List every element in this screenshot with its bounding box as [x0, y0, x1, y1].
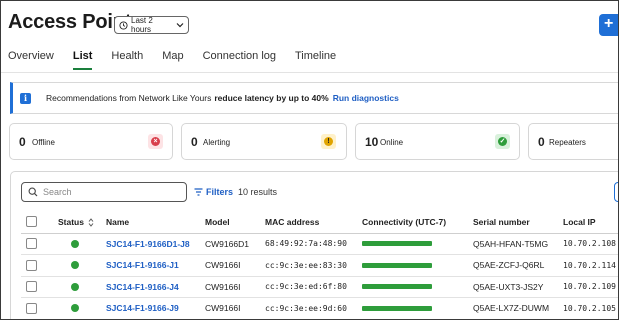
- status-card-online[interactable]: 10 Online ✓: [355, 123, 520, 160]
- alerting-count: 0: [191, 135, 198, 149]
- chevron-down-icon: [176, 23, 184, 28]
- online-status-icon: [71, 282, 79, 291]
- online-status-icon: [71, 261, 79, 270]
- ap-local-ip: 10.70.2.105: [563, 297, 618, 319]
- search-placeholder: Search: [43, 187, 72, 197]
- clock-icon: [119, 20, 128, 30]
- repeaters-count: 0: [538, 135, 545, 149]
- table-row[interactable]: SJC14-F1-9166D1-J8 CW9166D1 68:49:92:7a:…: [21, 233, 618, 255]
- ap-model: CW9166D1: [205, 233, 265, 255]
- filter-icon: [194, 188, 203, 196]
- tab-bar: Overview List Health Map Connection log …: [8, 50, 355, 70]
- tab-connection-log[interactable]: Connection log: [203, 50, 276, 65]
- ap-name-link[interactable]: SJC14-F1-9166-J9: [106, 303, 179, 313]
- row-checkbox[interactable]: [26, 281, 37, 293]
- ap-mac: cc:9c:3e:ed:6f:80: [265, 276, 362, 298]
- connectivity-bar: [362, 284, 432, 290]
- column-connectivity[interactable]: Connectivity (UTC-7): [362, 211, 473, 234]
- offline-label: Offline: [32, 138, 55, 147]
- tab-divider: [1, 72, 618, 73]
- ap-name-link[interactable]: SJC14-F1-9166-J1: [106, 260, 179, 270]
- search-icon: [28, 187, 38, 197]
- tab-health[interactable]: Health: [111, 50, 143, 65]
- tab-map[interactable]: Map: [162, 50, 183, 65]
- row-checkbox[interactable]: [26, 259, 37, 271]
- ap-name-link[interactable]: SJC14-F1-9166-J4: [106, 282, 179, 292]
- status-card-alerting[interactable]: 0 Alerting !: [181, 123, 347, 160]
- ap-serial: Q5AE-ZCFJ-Q6RL: [473, 254, 563, 277]
- ap-local-ip: 10.70.2.108: [563, 233, 618, 255]
- connectivity-bar: [362, 262, 432, 268]
- ap-mac: cc:9c:3e:ee:9d:60: [265, 297, 362, 319]
- search-input[interactable]: Search: [21, 182, 187, 202]
- banner-text: Recommendations from Network Like Yours: [46, 93, 212, 103]
- ap-model: CW9166I: [205, 276, 265, 298]
- info-icon: i: [20, 92, 31, 104]
- row-checkbox[interactable]: [26, 238, 37, 250]
- ap-serial: Q5AE-LX7Z-DUWM: [473, 297, 563, 319]
- time-range-dropdown[interactable]: Last 2 hours: [114, 16, 189, 34]
- sort-icon: [88, 218, 94, 227]
- filters-label: Filters: [206, 187, 234, 197]
- column-mac-address[interactable]: MAC address: [265, 211, 362, 234]
- status-card-repeaters[interactable]: 0 Repeaters: [528, 123, 618, 160]
- select-all-checkbox[interactable]: [26, 216, 37, 228]
- ap-mac: 68:49:92:7a:48:90: [265, 233, 362, 255]
- tab-overview[interactable]: Overview: [8, 50, 54, 65]
- add-button[interactable]: +: [599, 14, 618, 36]
- banner-highlight: reduce latency by up to 40%: [214, 93, 329, 103]
- online-label: Online: [380, 138, 404, 147]
- offline-count: 0: [19, 135, 26, 149]
- connectivity-bar: [362, 241, 432, 247]
- row-checkbox[interactable]: [26, 302, 37, 314]
- column-model[interactable]: Model: [205, 211, 265, 234]
- access-points-table: Status Name Model MAC address Connectivi…: [21, 211, 618, 319]
- ap-model: CW9166I: [205, 297, 265, 319]
- run-diagnostics-link[interactable]: Run diagnostics: [333, 93, 399, 103]
- ap-serial: Q5AE-UXT3-JS2Y: [473, 276, 563, 298]
- table-header-row: Status Name Model MAC address Connectivi…: [21, 211, 618, 234]
- ap-serial: Q5AH-HFAN-T5MG: [473, 233, 563, 255]
- table-row[interactable]: SJC14-F1-9166-J4 CW9166I cc:9c:3e:ed:6f:…: [21, 276, 618, 298]
- online-status-icon: [71, 239, 79, 248]
- recommendation-banner: i Recommendations from Network Like Your…: [10, 82, 618, 114]
- table-row[interactable]: SJC14-F1-9166-J9 CW9166I cc:9c:3e:ee:9d:…: [21, 297, 618, 319]
- column-serial-number[interactable]: Serial number: [473, 211, 563, 234]
- status-card-offline[interactable]: 0 Offline ×: [9, 123, 173, 160]
- tab-list[interactable]: List: [72, 50, 92, 70]
- online-status-icon: [71, 304, 79, 313]
- column-status[interactable]: Status: [58, 211, 106, 234]
- ap-local-ip: 10.70.2.114: [563, 254, 618, 277]
- ap-local-ip: 10.70.2.109: [563, 276, 618, 298]
- results-count: 10 results: [238, 187, 278, 197]
- tab-timeline[interactable]: Timeline: [295, 50, 336, 65]
- app-frame: Access Points Last 2 hours + Overview Li…: [0, 0, 619, 320]
- ap-mac: cc:9c:3e:ee:83:30: [265, 254, 362, 277]
- table-settings-button[interactable]: [614, 182, 618, 202]
- connectivity-bar: [362, 305, 432, 311]
- repeaters-label: Repeaters: [549, 138, 586, 147]
- alerting-label: Alerting: [203, 138, 231, 147]
- check-circle-icon: ✓: [495, 134, 510, 149]
- table-row[interactable]: SJC14-F1-9166-J1 CW9166I cc:9c:3e:ee:83:…: [21, 254, 618, 277]
- column-name[interactable]: Name: [106, 211, 205, 234]
- time-range-label: Last 2 hours: [131, 16, 153, 34]
- ap-name-link[interactable]: SJC14-F1-9166D1-J8: [106, 239, 190, 249]
- online-count: 10: [365, 135, 379, 149]
- column-local-ip[interactable]: Local IP: [563, 211, 618, 234]
- x-circle-icon: ×: [148, 134, 163, 149]
- warning-circle-icon: !: [321, 134, 336, 149]
- filters-button[interactable]: Filters: [194, 187, 233, 197]
- ap-model: CW9166I: [205, 254, 265, 277]
